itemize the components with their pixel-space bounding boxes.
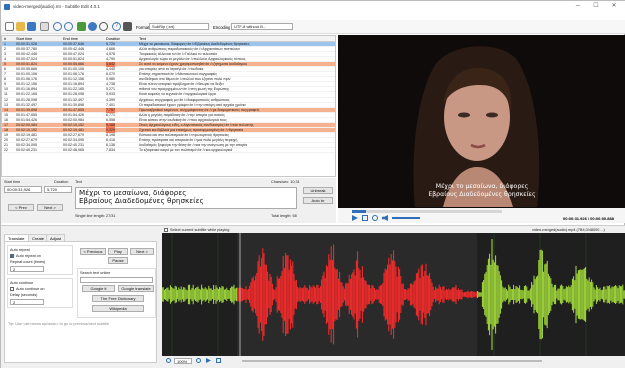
row-end: 00:02:48,065	[63, 147, 84, 152]
audio-waveform[interactable]	[162, 233, 625, 356]
delay-select[interactable]: 2	[10, 299, 44, 305]
subtitle-grid[interactable]: # Start time End time Duration Text 1 00:…	[1, 35, 336, 177]
auto-repeat-label: Auto repeat	[10, 248, 30, 252]
zoom-select[interactable]: 100%	[174, 358, 192, 364]
find-icon[interactable]	[53, 22, 62, 31]
maximize-button[interactable]: ☐	[589, 2, 603, 11]
auto-repeat-group: Auto repeat Auto repeat on Repeat count …	[7, 245, 73, 275]
subtitle-text-editor[interactable]: Μέχρι το μεσαίωνα, διάφορες Εβραίους Δια…	[75, 187, 297, 209]
video-player[interactable]: Μέχρι το μεσαίωνα, διάφορες Εβραίους Δια…	[338, 35, 625, 208]
video-seek-fill	[352, 210, 366, 213]
volume-slider[interactable]	[392, 217, 420, 219]
encoding-select[interactable]: UTF-8 without B...	[231, 23, 293, 30]
fullscreen-icon[interactable]	[372, 215, 378, 221]
auto-continue-checkbox[interactable]	[10, 287, 14, 291]
tip-text: Tip: Use <alt+arrow up/down> to go to pr…	[8, 322, 110, 326]
previous-button[interactable]: < Previous	[80, 248, 106, 255]
start-time-label: Start time	[4, 180, 21, 184]
next-button[interactable]: Next >	[37, 204, 63, 211]
pause-button[interactable]: Pause	[108, 257, 128, 264]
start-time-input[interactable]: 00:00:31,926	[4, 186, 42, 193]
chars-per-sec: Chars/sec: 10,31	[271, 180, 300, 184]
save-icon[interactable]	[27, 22, 36, 31]
text-label: Text	[75, 180, 82, 184]
close-button[interactable]: ✕	[607, 2, 621, 11]
editor-line2: Εβραίους Διαδεδομένες θρησκείες	[79, 196, 204, 205]
edit-panel: Start time Duration Text 00:00:31,926 5,…	[1, 178, 336, 223]
minimize-button[interactable]: ─	[571, 2, 585, 11]
video-subtitle-line1: Μέχρι το μεσαίωνα, διάφορες	[435, 183, 529, 190]
search-group: Search text online Google it Google tran…	[77, 268, 156, 318]
select-current-label: Select current subtitle while playing	[170, 228, 230, 232]
video-controls: 00:00:31.926 / 00:06:00.888	[338, 208, 625, 223]
zoom-in-icon[interactable]	[196, 358, 201, 363]
table-row[interactable]: 22 00:02:40,231 00:02:48,065 7,834 Το εξαιρε…	[2, 147, 335, 154]
waveform-position-slider[interactable]	[242, 360, 542, 362]
play-icon[interactable]	[352, 215, 358, 221]
zoom-icon[interactable]	[166, 358, 171, 363]
volume-icon[interactable]	[382, 215, 388, 221]
duration-input[interactable]: 5,720	[44, 186, 72, 193]
row-number: 22	[4, 147, 8, 152]
free-dictionary-button[interactable]: The Free Dictionary	[92, 295, 144, 302]
auto-repeat-on-label: Auto repeat on	[16, 254, 41, 258]
auto-repeat-checkbox[interactable]	[10, 254, 14, 258]
video-seek-bar[interactable]	[352, 210, 502, 213]
title-bar: video-merged(audio).mt - Subtitle Edit 4…	[1, 1, 625, 12]
auto-break-button[interactable]: Auto br	[303, 197, 333, 204]
help-icon[interactable]: ?	[112, 22, 121, 31]
repeat-count-select[interactable]: 2	[10, 266, 44, 272]
visual-sync-icon[interactable]	[77, 22, 86, 31]
row-start: 00:02:40,231	[16, 147, 37, 152]
duration-label: Duration	[54, 180, 69, 184]
spell-check-icon[interactable]	[88, 22, 97, 31]
settings-icon[interactable]	[99, 22, 108, 31]
unbreak-button[interactable]: Unbreak	[303, 187, 333, 194]
total-length: Total length: 58	[271, 214, 297, 218]
row-duration: 7,834	[106, 147, 115, 152]
format-select[interactable]: SubRip (.srt)	[149, 23, 209, 30]
waveform-file-label: video-merged(audio).mp4 (7B4,0/48000 ...…	[532, 228, 605, 232]
google-it-button[interactable]: Google it	[82, 285, 115, 292]
app-window: video-merged(audio).mt - Subtitle Edit 4…	[0, 0, 625, 368]
encoding-label: Encoding	[213, 24, 231, 30]
layout-icon[interactable]	[123, 22, 132, 31]
waveform-play-icon[interactable]	[206, 358, 211, 363]
single-line-length: Single line length: 27/31	[75, 214, 116, 218]
video-time: 00:00:31.926 / 00:06:00.888	[563, 216, 614, 221]
replace-icon[interactable]	[64, 22, 73, 31]
waveform-graph	[162, 233, 625, 356]
play-button[interactable]: Play	[108, 248, 128, 255]
toolbar: ? Format SubRip (.srt) Encoding UTF-8 wi…	[1, 20, 625, 34]
grid-body: 1 00:00:31,926 00:00:37,646 5,720 Μέχρι το μ…	[2, 42, 335, 154]
google-translate-button[interactable]: Google translate	[118, 285, 154, 292]
window-title: video-merged(audio).mt - Subtitle Edit 4…	[13, 4, 101, 9]
select-current-checkbox[interactable]	[164, 228, 168, 232]
video-subtitle: Μέχρι το μεσαίωνα, διάφορες Εβραίους Δια…	[338, 183, 625, 199]
next-sub-button[interactable]: Next >	[130, 248, 154, 255]
save-as-icon[interactable]	[40, 22, 49, 31]
auto-continue-group: Auto continue Auto continue on Delay (se…	[7, 278, 73, 308]
auto-continue-label: Auto continue	[10, 281, 34, 285]
video-frame	[413, 46, 540, 207]
new-file-icon[interactable]	[5, 22, 14, 31]
row-text: Το εξαιρετικό καιρό με τον πολιτισμό<br …	[139, 147, 233, 152]
stop-icon[interactable]	[362, 215, 368, 221]
menu-bar: File Edit Tools Spell check Video Synchr…	[1, 12, 625, 26]
prev-button[interactable]: < Prev	[8, 204, 34, 211]
waveform-toolbar: 100%	[162, 356, 625, 367]
open-folder-icon[interactable]	[16, 22, 25, 31]
repeat-count-label: Repeat count (times)	[10, 260, 46, 264]
format-label: Format	[136, 24, 150, 30]
auto-continue-on-label: Auto continue on	[16, 287, 45, 291]
waveform-stop-icon[interactable]	[216, 358, 221, 363]
wikipedia-button[interactable]: Wikipedia	[92, 305, 144, 312]
app-icon	[4, 3, 10, 10]
video-subtitle-line2: Εβραίους Διαδεδομένες θρησκείες	[428, 191, 536, 198]
translate-panel: Auto repeat Auto repeat on Repeat count …	[4, 241, 157, 363]
delay-label: Delay (seconds)	[10, 293, 38, 297]
waveform-selection[interactable]	[237, 233, 477, 356]
search-label: Search text online	[80, 271, 111, 275]
search-input[interactable]	[80, 277, 153, 283]
